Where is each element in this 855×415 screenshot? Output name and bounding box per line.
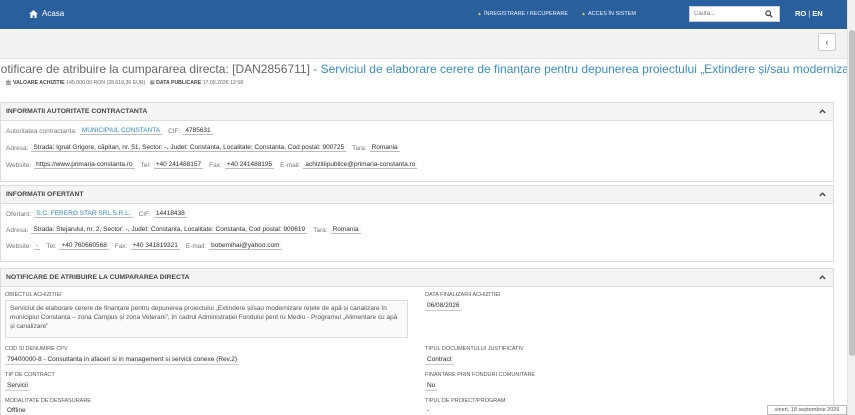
bidder-fax-value: +40 341819321 (130, 242, 180, 250)
authority-row-address: Adresa: Strada: Ignat Grigore, căpitan, … (6, 144, 406, 152)
authority-country-label: Tara: (352, 144, 367, 152)
current-date-badge: vineri, 18 septembrie 2026 (767, 405, 847, 415)
bidder-cif-value: 14418438 (153, 210, 187, 218)
bidder-email-label: E-mail: (185, 242, 207, 250)
authority-country-value: Romania (369, 144, 400, 152)
page-scrollbar[interactable] (847, 0, 855, 415)
bidder-tel-value: +40 760660568 (59, 242, 109, 250)
authority-org-link[interactable]: MUNICIPIUL CONSTANTA (79, 127, 163, 135)
authority-fax-value: +40 241488195 (224, 161, 275, 169)
authority-website-value: https://www.primaria-constanta.ro (34, 161, 135, 169)
search-box (689, 6, 780, 22)
value-label: VALOARE ACHIZITIE (13, 80, 65, 86)
search-icon[interactable] (765, 10, 773, 18)
warning-icon: ▲ (581, 11, 586, 17)
object-label: OBIECTUL ACHIZITIEI (5, 292, 62, 298)
lang-ro-link[interactable]: RO (795, 9, 806, 18)
cpv-label: COD SI DENUMIRE CPV (5, 346, 68, 352)
search-input[interactable] (690, 7, 760, 21)
title-subject: - Serviciul de elaborare cerere de finan… (309, 62, 847, 76)
login-label: ACCES ÎN SISTEM (587, 11, 636, 17)
eu-funds-value: Nu (425, 381, 438, 391)
notice-panel-header[interactable]: NOTIFICARE DE ATRIBUIRE LA CUMPARAREA DI… (1, 269, 833, 287)
bidder-row-contact: Website: - Tel: +40 760660568 Fax: +40 3… (6, 242, 288, 250)
authority-website-label: Website: (6, 161, 32, 169)
bidder-row-address: Adresa: Strada: Stejarului, nr. 2, Secto… (6, 226, 367, 234)
authority-row-org: Autoritatea contractanta: MUNICIPIUL CON… (6, 127, 219, 135)
notice-panel: NOTIFICARE DE ATRIBUIRE LA CUMPARAREA DI… (0, 268, 834, 415)
authority-org-label: Autoritatea contractanta: (6, 127, 77, 135)
date-label: DATA PUBLICARE (156, 80, 202, 86)
top-navbar: Acasa ▲ ÎNREGISTRARE / RECUPERARE ▲ ACCE… (0, 0, 847, 29)
authority-cif-label: CIF: (168, 127, 181, 135)
chevron-up-icon[interactable] (818, 107, 827, 116)
bidder-org-label: Ofertant: (6, 210, 32, 218)
language-switcher: RO | EN (795, 9, 823, 18)
notice-panel-title: NOTIFICARE DE ATRIBUIRE LA CUMPARAREA DI… (6, 274, 190, 281)
authority-row-contact: Website: https://www.primaria-constanta.… (6, 161, 423, 169)
title-prefix: Notificare de atribuire la cumpararea di… (0, 62, 310, 76)
doc-type-value: Contract (425, 355, 454, 365)
value-text: 145.000,00 RON (28.619,36 EUR) (66, 80, 146, 86)
home-link[interactable]: Acasa (29, 9, 64, 18)
home-label: Acasa (42, 9, 65, 18)
modality-value: Offline (5, 406, 28, 415)
bidder-country-value: Romania (330, 226, 361, 234)
authority-address-label: Adresa: (6, 144, 29, 152)
bidder-panel: INFORMATII OFERTANT Ofertant: S.C. FERER… (0, 185, 834, 262)
object-textbox: Serviciul de elaborare cerere de finanța… (5, 300, 408, 338)
project-type-label: TIPUL DE PROIECT/PROGRAM (425, 398, 506, 404)
home-icon (29, 9, 38, 18)
register-link[interactable]: ▲ ÎNREGISTRARE / RECUPERARE (477, 11, 568, 17)
authority-panel: INFORMATII AUTORITATE CONTRACTANTA Autor… (0, 102, 834, 182)
bidder-fax-label: Fax: (114, 242, 128, 250)
project-type-value: - (425, 406, 432, 415)
scrollbar-thumb[interactable] (849, 30, 855, 356)
authority-address-value: Strada: Ignat Grigore, căpitan, nr. 51, … (31, 144, 347, 152)
bidder-row-org: Ofertant: S.C. FERERO STAR SRL S.R.L. CI… (6, 210, 193, 218)
notice-header: Notificare de atribuire la cumpararea di… (0, 59, 847, 93)
bidder-panel-header[interactable]: INFORMATII OFERTANT (1, 186, 833, 204)
login-link[interactable]: ▲ ACCES ÎN SISTEM (581, 11, 636, 17)
bidder-org-link[interactable]: S.C. FERERO STAR SRL S.R.L. (34, 210, 133, 218)
cpv-value: 79400000-8 - Consultanta in afaceri si i… (5, 355, 240, 365)
bidder-address-label: Adresa: (6, 226, 29, 234)
date-text: 17.09.2026 12:58 (202, 80, 244, 86)
eu-funds-label: FINANTARE PRIN FONDURI COMUNITARE (425, 372, 536, 378)
bidder-website-label: Website: (6, 242, 32, 250)
calendar-icon: ▦ (149, 80, 155, 86)
lang-separator: | (808, 9, 811, 18)
authority-email-value: achizitiipublice@primaria-constanta.ro (303, 161, 418, 169)
bidder-country-label: Tara: (313, 226, 328, 234)
bidder-website-value[interactable]: - (34, 242, 41, 250)
bidder-cif-label: CIF: (138, 210, 151, 218)
authority-cif-value: 4785631 (183, 127, 213, 135)
bidder-panel-title: INFORMATII OFERTANT (6, 191, 84, 198)
doc-type-label: TIPUL DOCUMENTULUI JUSTIFICATIV (425, 346, 524, 352)
warning-icon: ▲ (477, 11, 482, 17)
authority-email-label: E-mail: (280, 161, 301, 169)
notice-meta: 🏛 VALOARE ACHIZITIE 145.000,00 RON (28.6… (5, 80, 243, 86)
authority-panel-header[interactable]: INFORMATII AUTORITATE CONTRACTANTA (1, 103, 833, 121)
page-title: Notificare de atribuire la cumpararea di… (0, 62, 847, 76)
bidder-tel-label: Tel: (46, 242, 57, 250)
back-button[interactable]: ‹ (818, 33, 836, 51)
sub-toolbar (0, 29, 847, 59)
authority-fax-label: Fax: (209, 161, 222, 169)
chevron-up-icon[interactable] (818, 190, 827, 199)
authority-tel-label: Tel: (140, 161, 151, 169)
contract-type-value: Servicii (5, 381, 30, 391)
finish-date-value: 06/08/2026 (425, 301, 462, 311)
register-label: ÎNREGISTRARE / RECUPERARE (483, 11, 568, 17)
lang-en-link[interactable]: EN (812, 9, 822, 18)
authority-panel-title: INFORMATII AUTORITATE CONTRACTANTA (6, 108, 148, 115)
bidder-address-value: Strada: Stejarului, nr. 2, Sector: -, Ju… (31, 226, 308, 234)
contract-type-label: TIP DE CONTRACT (5, 372, 55, 378)
bidder-email-value: bobemihai@yahoo.com (209, 242, 282, 250)
authority-tel-value: +40 241488157 (153, 161, 204, 169)
bank-icon: 🏛 (5, 80, 12, 86)
modality-label: MODALITATE DE DESFASURARE (5, 398, 91, 404)
finish-date-label: DATA FINALIZARII ACHIZITIEI (425, 292, 501, 298)
chevron-up-icon[interactable] (818, 273, 827, 282)
